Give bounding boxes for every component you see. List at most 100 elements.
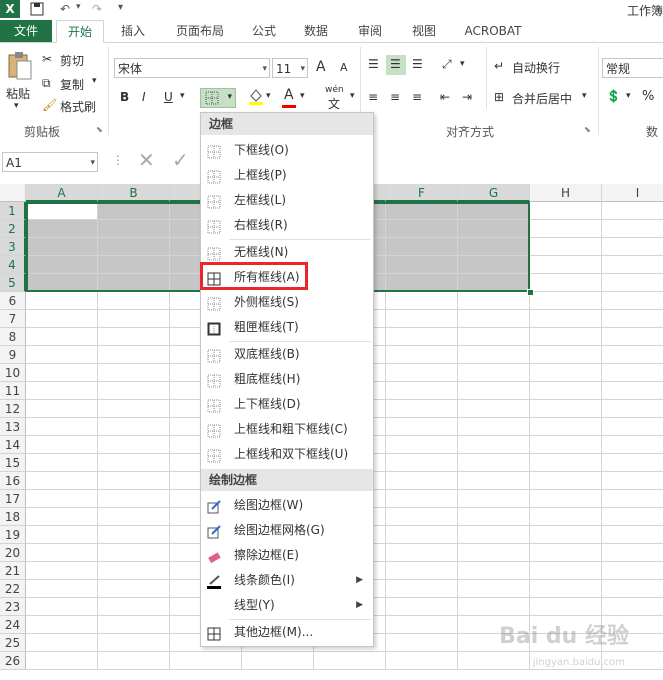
cell[interactable] [26,508,98,526]
merge-center-icon[interactable]: ⊞ [494,90,504,104]
cell[interactable] [26,328,98,346]
cell[interactable] [314,652,386,670]
cell[interactable] [530,382,602,400]
borders-button[interactable]: ▾ [200,88,236,108]
cell[interactable] [530,544,602,562]
cell[interactable] [386,544,458,562]
cell[interactable] [26,616,98,634]
cell[interactable] [386,346,458,364]
menu-item-border-3[interactable]: 左框线(L) [201,188,373,213]
tab-view[interactable]: 视图 [404,20,444,42]
cell[interactable] [386,616,458,634]
cell[interactable] [98,382,170,400]
cell[interactable] [602,508,663,526]
cell[interactable] [602,490,663,508]
cell[interactable] [26,418,98,436]
cell[interactable] [602,418,663,436]
row-header-20[interactable]: 20 [0,544,26,562]
cell[interactable] [98,472,170,490]
cell[interactable] [26,580,98,598]
cell[interactable] [26,652,98,670]
cell[interactable] [386,328,458,346]
cell[interactable] [602,436,663,454]
cell[interactable] [602,382,663,400]
cell[interactable] [530,220,602,238]
cell[interactable] [602,454,663,472]
cell[interactable] [530,346,602,364]
cell[interactable] [26,292,98,310]
format-painter-button[interactable]: 格式刷 [60,98,96,115]
cell[interactable] [26,400,98,418]
italic-button[interactable]: I [142,90,146,104]
align-left-icon[interactable]: ≡ [368,90,378,104]
cell[interactable] [386,436,458,454]
row-header-18[interactable]: 18 [0,508,26,526]
underline-dropdown-icon[interactable]: ▾ [180,91,185,101]
cell[interactable] [98,598,170,616]
cell[interactable] [98,508,170,526]
cell[interactable] [602,274,663,292]
column-header-F[interactable]: F [386,184,458,202]
row-header-16[interactable]: 16 [0,472,26,490]
cell[interactable] [98,436,170,454]
cell[interactable] [386,454,458,472]
cell[interactable] [602,202,663,220]
cell[interactable] [458,364,530,382]
cell[interactable] [26,310,98,328]
cell[interactable] [458,508,530,526]
shrink-font-button[interactable]: A [340,61,348,74]
alignment-launcher-icon[interactable]: ⬊ [584,125,591,134]
cell[interactable] [386,652,458,670]
font-color-icon[interactable]: A [284,87,294,103]
cell[interactable] [530,526,602,544]
accounting-format-icon[interactable]: 💲 [606,89,621,103]
cell[interactable] [458,292,530,310]
clipboard-launcher-icon[interactable]: ⬊ [96,125,103,134]
menu-item-border-c3[interactable]: 上下框线(D) [201,392,373,417]
align-center-icon[interactable]: ≡ [390,90,400,104]
menu-item-draw-5[interactable]: 线型(Y) ▶ [201,593,373,618]
tab-formulas[interactable]: 公式 [244,20,284,42]
cell[interactable] [170,652,242,670]
cell[interactable] [26,544,98,562]
menu-item-draw-2[interactable]: 绘图边框网格(G) [201,518,373,543]
row-header-8[interactable]: 8 [0,328,26,346]
cell[interactable] [386,526,458,544]
cell[interactable] [26,346,98,364]
cell[interactable] [530,400,602,418]
row-header-1[interactable]: 1 [0,202,26,220]
cut-button[interactable]: 剪切 [60,52,84,69]
cell[interactable] [386,562,458,580]
row-header-17[interactable]: 17 [0,490,26,508]
fill-color-icon[interactable] [248,87,264,108]
cell[interactable] [26,382,98,400]
cell[interactable] [530,202,602,220]
row-header-3[interactable]: 3 [0,238,26,256]
cell[interactable] [458,544,530,562]
wrap-text-button[interactable]: 自动换行 [512,59,560,76]
tab-file[interactable]: 文件 [0,20,52,42]
cell[interactable] [98,526,170,544]
row-header-9[interactable]: 9 [0,346,26,364]
cell[interactable] [458,418,530,436]
cell[interactable] [530,490,602,508]
tab-page-layout[interactable]: 页面布局 [168,20,232,42]
cell[interactable] [602,346,663,364]
align-top-icon[interactable]: ☰ [368,57,379,71]
row-header-7[interactable]: 7 [0,310,26,328]
cell[interactable] [602,364,663,382]
cell[interactable] [386,400,458,418]
row-header-19[interactable]: 19 [0,526,26,544]
cell[interactable] [458,490,530,508]
bold-button[interactable]: B [120,90,129,104]
cell[interactable] [602,472,663,490]
cell[interactable] [530,454,602,472]
tab-insert[interactable]: 插入 [110,20,156,42]
row-header-23[interactable]: 23 [0,598,26,616]
percent-button[interactable]: % [642,89,654,104]
underline-button[interactable]: U [164,90,173,104]
cell[interactable] [458,382,530,400]
cancel-entry-icon[interactable]: ✕ [138,148,155,172]
cell[interactable] [26,472,98,490]
cell[interactable] [458,598,530,616]
